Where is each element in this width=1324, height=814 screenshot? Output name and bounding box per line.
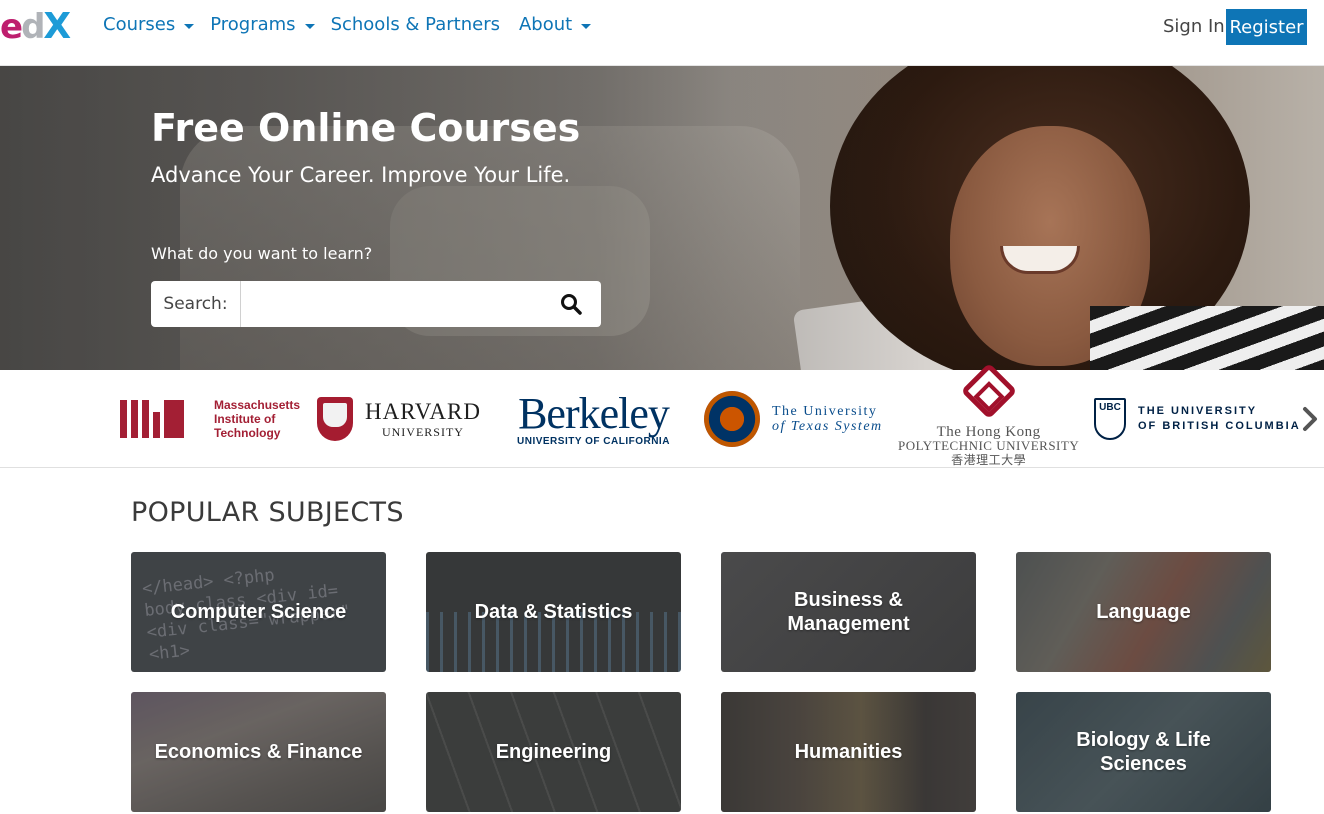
hero-banner: Free Online Courses Advance Your Career.… (0, 66, 1324, 370)
nav-about-label: About (518, 14, 573, 35)
ut-wordmark: The University of Texas System (772, 404, 883, 434)
site-header: edX Courses Programs Schools & Partners … (0, 0, 1324, 66)
subject-label: Language (1096, 601, 1191, 623)
main-nav: Courses Programs Schools & Partners Abou… (103, 14, 607, 35)
nav-courses-label: Courses (103, 14, 176, 35)
chevron-down-icon (304, 23, 315, 29)
subject-label: Business & Management (787, 589, 910, 635)
nav-courses[interactable]: Courses (103, 14, 195, 35)
nav-programs-label: Programs (210, 14, 296, 35)
chevron-down-icon (581, 23, 592, 29)
edx-logo[interactable]: edX (0, 6, 71, 47)
subject-data-statistics[interactable]: Data & Statistics (426, 552, 681, 672)
nav-schools-partners-label: Schools & Partners (330, 14, 500, 35)
search-label: Search: (151, 281, 241, 327)
ubc-crest-icon: UBC (1094, 398, 1126, 440)
subject-label: Humanities (794, 741, 903, 763)
hero-subtitle: Advance Your Career. Improve Your Life. (151, 163, 571, 187)
subject-business-management[interactable]: Business & Management (721, 552, 976, 672)
partner-harvard[interactable]: HARVARD UNIVERSITY (317, 370, 481, 468)
partner-ut-system[interactable]: The University of Texas System (704, 370, 883, 468)
subject-engineering[interactable]: Engineering (426, 692, 681, 812)
subject-biology-life-sciences[interactable]: Biology & Life Sciences (1016, 692, 1271, 812)
ubc-wordmark: THE UNIVERSITY OF BRITISH COLUMBIA (1138, 405, 1301, 432)
partner-mit[interactable]: Massachusetts Institute of Technology (120, 370, 300, 468)
harvard-shield-icon (317, 397, 353, 441)
nav-about[interactable]: About (518, 14, 592, 35)
popular-subjects-heading: POPULAR SUBJECTS (131, 497, 404, 528)
chevron-right-icon[interactable] (1300, 406, 1320, 432)
subject-label: Engineering (495, 741, 612, 763)
search-button[interactable] (541, 281, 601, 327)
mit-wordmark: Massachusetts Institute of Technology (214, 398, 301, 440)
nav-programs[interactable]: Programs (210, 14, 315, 35)
partner-berkeley[interactable]: Berkeley UNIVERSITY OF CALIFORNIA (517, 370, 670, 468)
mit-logo-mark (120, 400, 184, 438)
subject-label: Data & Statistics (474, 601, 633, 623)
logo-d: d (21, 7, 45, 47)
polyu-logo-mark (960, 362, 1017, 420)
partner-carousel: Massachusetts Institute of Technology HA… (0, 362, 1324, 468)
search-prompt: What do you want to learn? (151, 244, 373, 263)
nav-schools-partners[interactable]: Schools & Partners (331, 14, 500, 35)
search-box: Search: (151, 281, 601, 327)
sign-in-link[interactable]: Sign In (1163, 16, 1225, 37)
logo-x: X (43, 6, 71, 47)
chevron-down-icon (184, 23, 195, 29)
harvard-wordmark: HARVARD UNIVERSITY (365, 398, 481, 439)
logo-e: e (0, 7, 23, 47)
subject-economics-finance[interactable]: Economics & Finance (131, 692, 386, 812)
subject-humanities[interactable]: Humanities (721, 692, 976, 812)
subject-label: Computer Science (170, 601, 347, 623)
partner-polyu[interactable]: The Hong Kong Polytechnic University 香港理… (898, 362, 1080, 468)
subject-label: Economics & Finance (154, 741, 363, 763)
subject-language[interactable]: Language (1016, 552, 1271, 672)
hero-title: Free Online Courses (151, 106, 581, 150)
polyu-wordmark: The Hong Kong Polytechnic University 香港理… (898, 424, 1080, 468)
subject-computer-science[interactable]: Computer Science (131, 552, 386, 672)
berkeley-wordmark: Berkeley UNIVERSITY OF CALIFORNIA (517, 388, 670, 447)
register-button[interactable]: Register (1226, 9, 1307, 45)
ut-seal-icon (704, 391, 760, 447)
partner-ubc[interactable]: UBC THE UNIVERSITY OF BRITISH COLUMBIA (1094, 370, 1301, 468)
subject-label: Biology & Life Sciences (1076, 729, 1211, 775)
search-icon (561, 294, 582, 315)
search-input[interactable] (241, 284, 541, 324)
